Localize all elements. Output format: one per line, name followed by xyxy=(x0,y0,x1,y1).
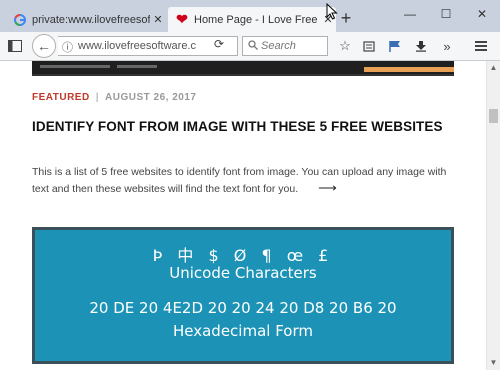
read-more-arrow-icon[interactable]: ⟶ xyxy=(318,180,337,195)
hex-caption: Hexadecimal Form xyxy=(172,322,313,340)
vertical-scrollbar[interactable]: ▲ ▼ xyxy=(486,61,500,370)
sidebar-icon[interactable] xyxy=(4,35,26,57)
post-meta: FEATURED | AUGUST 26, 2017 xyxy=(32,92,196,103)
tab-home-page[interactable]: ❤ Home Page - I Love Free Sof ✕ xyxy=(168,7,336,32)
navigation-toolbar: ← ⓘ www.ilovefreesoftware.c ⟳ ☆ » xyxy=(0,32,500,61)
url-text: www.ilovefreesoftware.c xyxy=(78,40,196,52)
google-icon xyxy=(12,12,28,28)
scroll-down-icon[interactable]: ▼ xyxy=(487,356,500,370)
title-bar: private:www.ilovefreesoftware. ✕ ❤ Home … xyxy=(0,0,500,32)
category-link[interactable]: FEATURED xyxy=(32,92,90,103)
back-button[interactable]: ← xyxy=(32,34,56,58)
new-tab-button[interactable]: + xyxy=(336,9,356,29)
download-icon[interactable] xyxy=(410,35,432,57)
article-title[interactable]: IDENTIFY FONT FROM IMAGE WITH THESE 5 FR… xyxy=(32,119,472,134)
search-input[interactable] xyxy=(261,39,323,53)
web-page: FEATURED | AUGUST 26, 2017 IDENTIFY FONT F… xyxy=(0,61,486,370)
close-window-button[interactable]: ✕ xyxy=(464,0,500,28)
site-logo-banner[interactable] xyxy=(32,61,454,76)
tab-private[interactable]: private:www.ilovefreesoftware. ✕ xyxy=(6,7,166,32)
article-excerpt: This is a list of 5 free websites to ide… xyxy=(32,164,452,197)
heart-icon: ❤ xyxy=(176,11,188,27)
reload-icon[interactable]: ⟳ xyxy=(214,37,224,51)
minimize-button[interactable]: — xyxy=(392,0,428,28)
hex-values: 20 DE 20 4E2D 20 20 24 20 D8 20 B6 20 xyxy=(89,299,397,317)
info-icon[interactable]: ⓘ xyxy=(62,39,73,55)
reading-list-icon[interactable] xyxy=(358,35,380,57)
scroll-up-icon[interactable]: ▲ xyxy=(487,61,500,75)
banner-detail xyxy=(40,65,110,68)
overflow-chevron-icon[interactable]: » xyxy=(436,35,458,57)
unicode-symbols: Þ 中 $ Ø ¶ œ £ xyxy=(152,246,334,265)
menu-icon[interactable] xyxy=(470,35,492,57)
close-tab-icon[interactable]: ✕ xyxy=(150,13,166,26)
maximize-button[interactable]: ☐ xyxy=(428,0,464,28)
flag-icon[interactable] xyxy=(384,35,406,57)
search-icon xyxy=(248,40,258,53)
scrollbar-thumb[interactable] xyxy=(489,109,498,123)
meta-separator: | xyxy=(95,92,100,103)
tab-title: Home Page - I Love Free Sof xyxy=(194,13,320,26)
search-box[interactable] xyxy=(242,36,328,56)
feature-image[interactable]: Þ 中 $ Ø ¶ œ £ Unicode Characters 20 DE 2… xyxy=(32,227,454,364)
mouse-cursor-icon xyxy=(326,2,338,25)
url-bar[interactable]: ⓘ www.ilovefreesoftware.c xyxy=(58,36,238,56)
post-date: AUGUST 26, 2017 xyxy=(105,92,197,103)
unicode-caption: Unicode Characters xyxy=(169,264,317,282)
banner-accent xyxy=(364,67,454,72)
tab-title: private:www.ilovefreesoftware. xyxy=(32,13,150,26)
bookmark-star-icon[interactable]: ☆ xyxy=(334,35,356,57)
banner-detail xyxy=(117,65,157,68)
excerpt-text: This is a list of 5 free websites to ide… xyxy=(32,166,447,195)
